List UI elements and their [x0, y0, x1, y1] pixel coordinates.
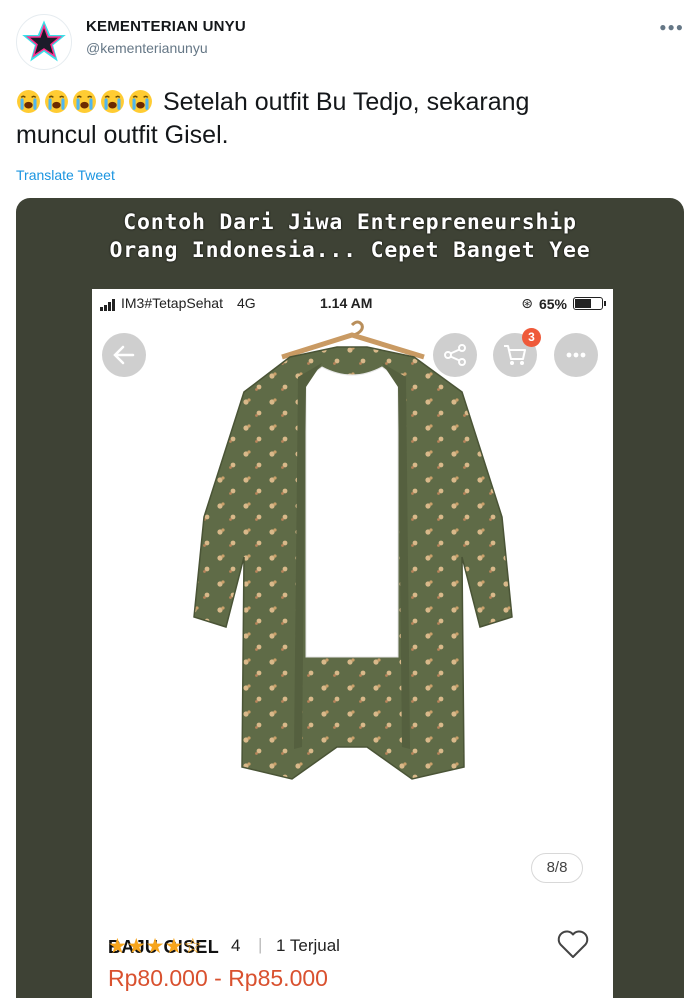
cart-badge: 3 [522, 328, 541, 347]
crying-face-icon [17, 90, 40, 113]
star-filled-icon: ★ [108, 935, 127, 958]
star-filled-icon: ★ [145, 935, 165, 958]
wishlist-button[interactable] [556, 928, 590, 960]
clock: 1.14 AM [320, 295, 373, 311]
crying-face-icon [45, 90, 68, 113]
share-button[interactable] [433, 333, 477, 377]
star-logo-icon [22, 20, 66, 62]
tweet-text-line1: Setelah outfit Bu Tedjo, sekarang [162, 88, 530, 116]
image-counter: 8/8 [531, 853, 583, 883]
product-image[interactable] [162, 317, 542, 787]
user-handle[interactable]: @kementerianunyu [86, 40, 246, 56]
status-bar: IM3#TetapSehat 4G 1.14 AM ⊛ 65% [92, 289, 613, 315]
back-button[interactable] [102, 333, 146, 377]
star-empty-icon: ☆ [183, 935, 203, 958]
arrow-left-icon [113, 345, 135, 365]
share-icon [444, 344, 466, 366]
rating-value: 4 [231, 936, 241, 955]
crying-face-icon [101, 90, 124, 113]
avatar[interactable] [16, 14, 72, 70]
crying-face-icon [129, 90, 152, 113]
signal-icon [100, 299, 115, 311]
star-filled-icon: ★ [164, 935, 184, 958]
star-filled-icon: ★ [126, 935, 146, 958]
tweet-author[interactable]: KEMENTERIAN UNYU @kementerianunyu [86, 18, 246, 56]
more-dots-icon[interactable]: ●●● [659, 20, 684, 34]
product-price: Rp80.000 - Rp85.000 [108, 965, 328, 991]
battery-icon [573, 297, 606, 310]
rating-stars: ★★★★☆ [108, 934, 202, 959]
battery-percent: 65% [538, 295, 567, 312]
tweet-text: Setelah outfit Bu Tedjo, sekarang muncul… [16, 86, 656, 152]
translate-tweet-link[interactable]: Translate Tweet [16, 167, 115, 183]
tweet-media[interactable]: Contoh Dari Jiwa Entrepreneurship Orang … [16, 198, 684, 998]
cart-button[interactable]: 3 [493, 328, 541, 377]
heart-icon [557, 930, 589, 958]
emoji-row [16, 88, 163, 116]
rating-divider: | [258, 935, 263, 954]
sold-count: 1 Terjual [276, 936, 340, 955]
crying-face-icon [73, 90, 96, 113]
display-name[interactable]: KEMENTERIAN UNYU [86, 18, 246, 35]
ellipsis-icon [566, 352, 586, 358]
carrier-label: IM3#TetapSehat [121, 295, 223, 311]
media-caption-line1: Contoh Dari Jiwa Entrepreneurship [123, 210, 577, 235]
rotation-lock-icon: ⊛ [521, 295, 533, 311]
phone-screenshot: IM3#TetapSehat 4G 1.14 AM ⊛ 65% 3 8/8 BA… [92, 289, 613, 998]
cart-icon [504, 345, 526, 365]
network-label: 4G [236, 295, 256, 311]
media-caption-line2: Orang Indonesia... Cepet Banget Yee [109, 238, 591, 263]
rating-section: ★★★★☆ 4 | 1 Terjual [108, 934, 608, 960]
tweet-text-line2: muncul outfit Gisel. [16, 121, 229, 149]
more-options-button[interactable] [554, 333, 598, 377]
